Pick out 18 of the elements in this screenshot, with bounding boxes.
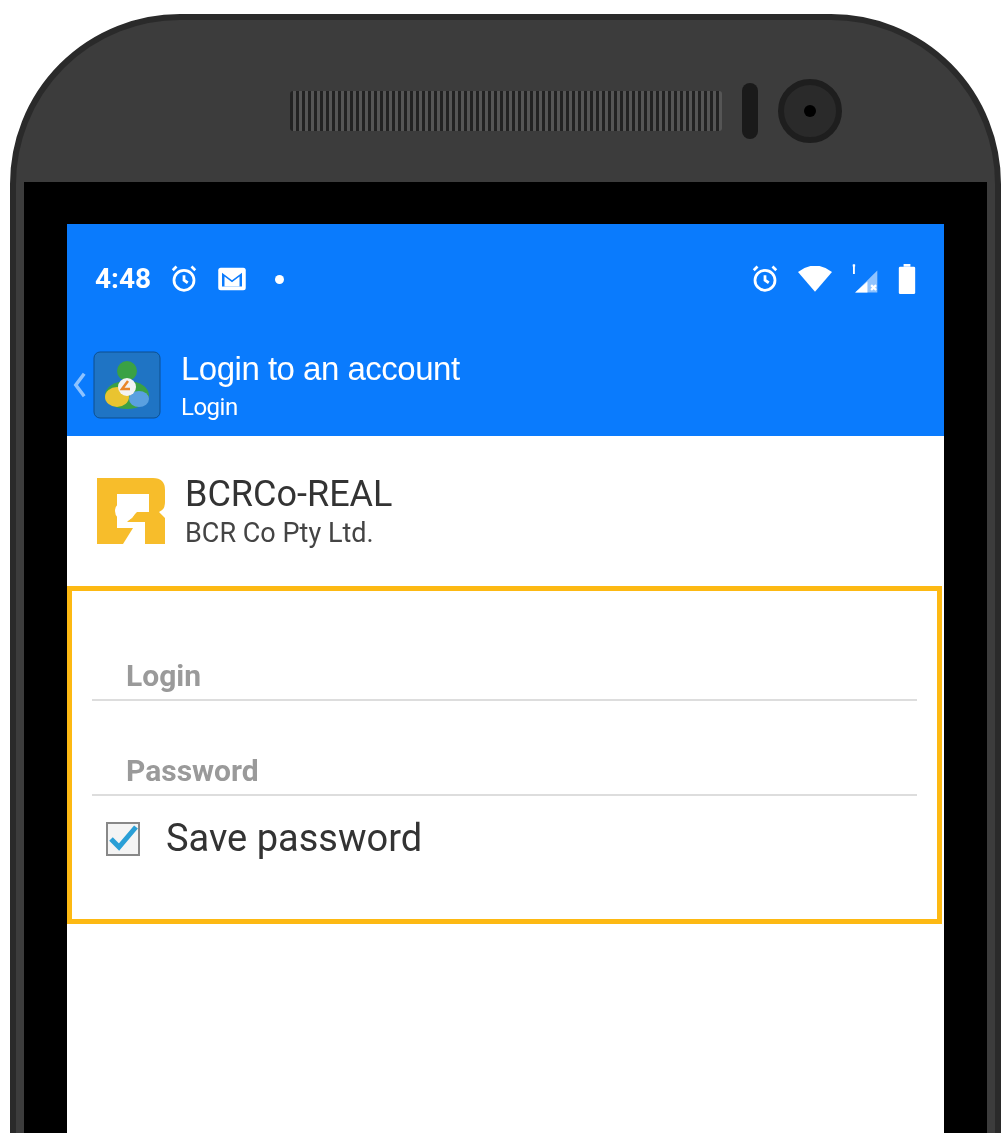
mail-icon — [217, 266, 248, 292]
app-logo-icon — [93, 351, 161, 419]
back-chevron-icon[interactable] — [73, 371, 87, 399]
app-title: Login to an account — [181, 351, 460, 385]
save-password-label: Save password — [166, 815, 423, 862]
input-field[interactable]: Login — [92, 651, 917, 701]
broker-logo-icon — [97, 478, 165, 544]
company-name: BCR Co Pty Ltd. — [185, 516, 375, 551]
server-name: BCRCo-REAL — [185, 471, 393, 517]
wifi-icon — [798, 266, 832, 292]
app-subtitle: Login — [181, 394, 239, 419]
battery-icon — [898, 264, 916, 294]
status-time: 4:48 — [95, 261, 152, 297]
alarm-clock-icon — [750, 264, 780, 294]
sensor-icon — [741, 83, 758, 139]
input-field[interactable]: Password — [92, 746, 917, 796]
save-password-checkbox[interactable] — [106, 821, 140, 856]
signal-icon — [850, 263, 880, 295]
